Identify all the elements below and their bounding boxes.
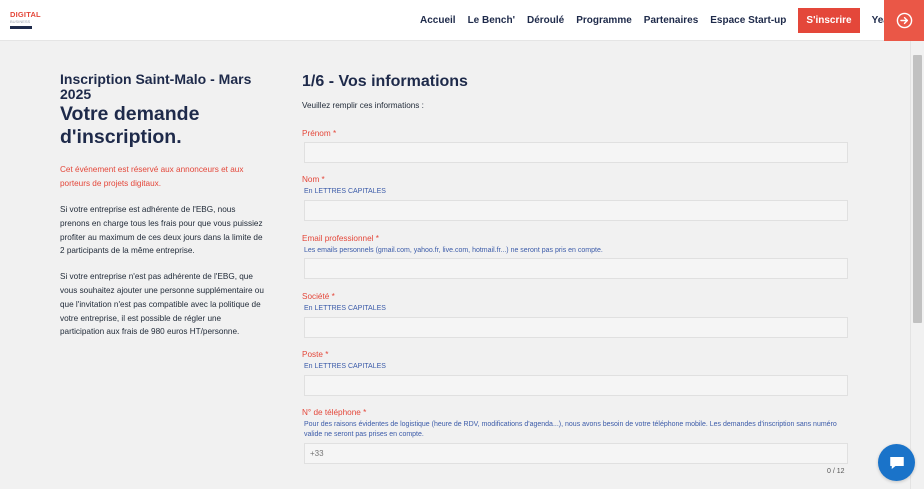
- step-intro: Veuillez remplir ces informations :: [302, 101, 424, 110]
- poste-field[interactable]: [304, 375, 848, 396]
- nav-accueil[interactable]: Accueil: [420, 15, 456, 26]
- societe-hint: En LETTRES CAPITALES: [304, 305, 386, 312]
- site-header: DIGITAL BUSINESS Accueil Le Bench' Dérou…: [0, 0, 924, 41]
- poste-label: Poste *: [302, 350, 329, 359]
- main-nav: Accueil Le Bench' Déroulé Programme Part…: [420, 8, 924, 33]
- nom-field[interactable]: [304, 200, 848, 221]
- nav-partenaires[interactable]: Partenaires: [644, 15, 698, 26]
- telephone-char-counter: 0 / 12: [827, 468, 845, 475]
- societe-field[interactable]: [304, 317, 848, 338]
- event-title: Inscription Saint-Malo - Mars 2025: [60, 71, 252, 102]
- logo[interactable]: DIGITAL BUSINESS: [10, 10, 50, 30]
- step-title: 1/6 - Vos informations: [302, 73, 468, 90]
- email-field[interactable]: [304, 258, 848, 279]
- nom-label: Nom *: [302, 175, 325, 184]
- email-hint: Les emails personnels (gmail.com, yahoo.…: [304, 247, 603, 254]
- prenom-label: Prénom *: [302, 129, 337, 138]
- logo-bar: [10, 26, 32, 29]
- event-info-column: Inscription Saint-Malo - Mars 2025 Votre…: [60, 72, 265, 339]
- chat-button[interactable]: [878, 444, 915, 481]
- non-member-info-text: Si votre entreprise n'est pas adhérente …: [60, 272, 264, 337]
- register-button[interactable]: S'inscrire: [798, 8, 860, 33]
- societe-label: Société *: [302, 292, 335, 301]
- poste-hint: En LETTRES CAPITALES: [304, 363, 386, 370]
- telephone-field[interactable]: [304, 443, 848, 464]
- registration-form-header: 1/6 - Vos informations Veuillez remplir …: [302, 72, 848, 111]
- chat-bubble-icon: [889, 456, 904, 469]
- nav-deroule[interactable]: Déroulé: [527, 15, 564, 26]
- scrollbar-thumb[interactable]: [913, 55, 922, 323]
- member-info-text: Si votre entreprise est adhérente de l'E…: [60, 205, 263, 256]
- telephone-hint: Pour des raisons évidentes de logistique…: [304, 421, 837, 438]
- page-scrollbar[interactable]: [910, 41, 924, 489]
- logo-subtext: BUSINESS: [10, 19, 31, 24]
- prenom-field[interactable]: [304, 142, 848, 163]
- login-button[interactable]: [884, 0, 924, 41]
- nom-hint: En LETTRES CAPITALES: [304, 188, 386, 195]
- nav-programme[interactable]: Programme: [576, 15, 632, 26]
- nav-espace-startup[interactable]: Espace Start-up: [710, 15, 786, 26]
- eligibility-notice: Cet événement est réservé aux annonceurs…: [60, 165, 244, 188]
- logo-text: DIGITAL: [10, 10, 41, 19]
- email-label: Email professionnel *: [302, 234, 379, 243]
- telephone-label: N° de téléphone *: [302, 408, 367, 417]
- nav-le-bench[interactable]: Le Bench': [468, 15, 515, 26]
- page-title: Votre demande d'inscription.: [60, 103, 200, 148]
- login-arrow-icon: [896, 12, 912, 29]
